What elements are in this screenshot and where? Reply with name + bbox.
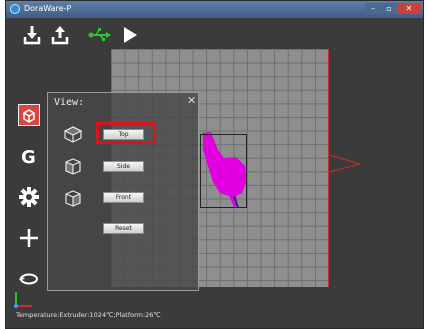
reset-view-button[interactable]: Reset: [103, 223, 144, 234]
temperature-status: Temperature:Extruder:1024℃;Platform:26℃: [16, 311, 161, 319]
side-view-cube-icon: [65, 158, 81, 175]
camera-indicator: [328, 154, 362, 173]
model-bounding-box: [200, 134, 247, 208]
front-view-button[interactable]: Front: [103, 192, 144, 203]
view-panel-close-icon[interactable]: ✕: [187, 95, 196, 107]
view-panel-title: View:: [54, 97, 85, 108]
side-view-button[interactable]: Side: [103, 161, 144, 172]
top-button-highlight: [96, 122, 156, 144]
front-view-cube-icon: [65, 190, 81, 207]
top-view-cube-icon: [63, 126, 83, 143]
